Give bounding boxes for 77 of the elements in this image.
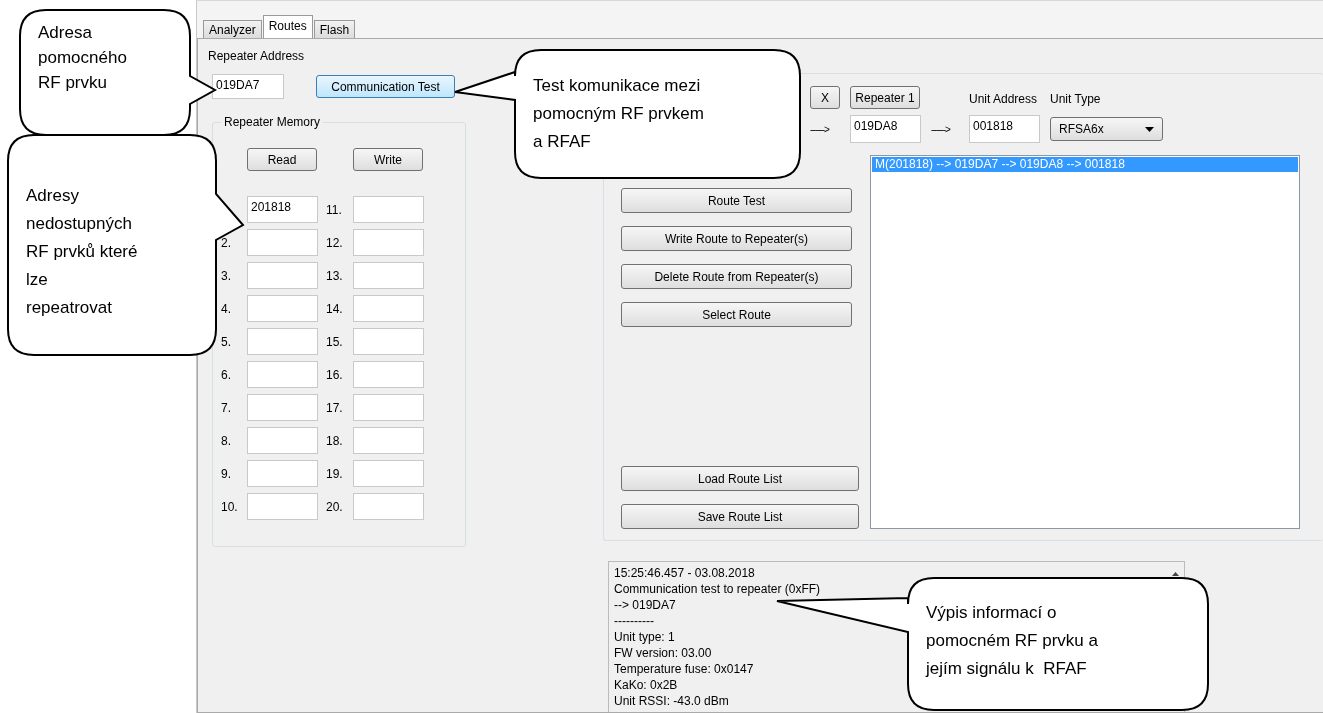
- slot-number: 5.: [221, 334, 231, 349]
- memory-address-field[interactable]: [247, 295, 318, 322]
- unit-address-field[interactable]: 001818: [969, 115, 1040, 143]
- memory-address-field[interactable]: [247, 262, 318, 289]
- memory-address-field[interactable]: [353, 427, 424, 454]
- remove-button[interactable]: X: [810, 86, 840, 109]
- slot-number: 10.: [221, 499, 238, 514]
- memory-address-field[interactable]: [353, 196, 424, 223]
- slot-number: 20.: [326, 499, 343, 514]
- memory-address-field[interactable]: [247, 493, 318, 520]
- memory-address-field[interactable]: [247, 427, 318, 454]
- slot-number: 2.: [221, 235, 231, 250]
- caret-icon: [1145, 126, 1154, 132]
- slot-number: 14.: [326, 301, 343, 316]
- field-label: Unit Type: [1050, 92, 1102, 108]
- memory-address-field[interactable]: 201818: [247, 196, 318, 223]
- memory-address-field[interactable]: [247, 361, 318, 388]
- memory-address-field[interactable]: [353, 262, 424, 289]
- route-action-button[interactable]: Route Test: [621, 188, 852, 213]
- callout-text: Výpis informací o pomocném RF prvku a jejím signálu k RFAF: [926, 602, 1098, 680]
- route-action-button[interactable]: Delete Route from Repeater(s): [621, 264, 852, 289]
- callout-text: Adresa pomocného RF prvku: [38, 22, 127, 94]
- slot-number: 17.: [326, 400, 343, 415]
- slot-number: 7.: [221, 400, 231, 415]
- slot-number: 18.: [326, 433, 343, 448]
- memory-address-field[interactable]: [247, 328, 318, 355]
- memory-button[interactable]: Write: [353, 148, 423, 171]
- communication-test-button[interactable]: Communication Test: [316, 75, 455, 98]
- memory-address-field[interactable]: [353, 229, 424, 256]
- slot-number: 3.: [221, 268, 231, 283]
- log-line: Unit type: 1: [614, 629, 675, 645]
- callout-text: Adresy nedostupných RF prvků které lze repeatrovat: [26, 185, 138, 319]
- route-action-button[interactable]: Select Route: [621, 302, 852, 327]
- log-line: ----------: [614, 613, 654, 629]
- slot-number: 12.: [326, 235, 343, 250]
- field-label: Unit Address: [969, 92, 1039, 108]
- log-line: 15:25:46.457 - 03.08.2018: [614, 565, 755, 581]
- slot-number: 13.: [326, 268, 343, 283]
- arrow-text: ------>: [810, 123, 831, 135]
- slot-number: 8.: [221, 433, 231, 448]
- slot-number: 19.: [326, 466, 343, 481]
- slot-number: 6.: [221, 367, 231, 382]
- repeater-address-field[interactable]: 019DA7: [212, 74, 284, 99]
- route-list-button[interactable]: Save Route List: [621, 504, 859, 529]
- slot-number: 9.: [221, 466, 231, 481]
- log-line: Unit RSSI: -43.0 dBm: [614, 693, 729, 709]
- memory-address-field[interactable]: [353, 361, 424, 388]
- memory-button[interactable]: Read: [247, 148, 317, 171]
- tab[interactable]: Analyzer: [203, 20, 262, 38]
- memory-address-field[interactable]: [353, 328, 424, 355]
- memory-address-field[interactable]: [353, 295, 424, 322]
- memory-address-field[interactable]: [247, 229, 318, 256]
- log-line: Temperature fuse: 0x0147: [614, 661, 754, 677]
- log-line: KaKo: 0x2B: [614, 677, 678, 693]
- memory-address-field[interactable]: [353, 493, 424, 520]
- slot-number: 16.: [326, 367, 343, 382]
- tab[interactable]: Flash: [313, 20, 356, 38]
- unit-type-dropdown[interactable]: RFSA6x: [1050, 117, 1163, 141]
- slot-number: 15.: [326, 334, 343, 349]
- memory-address-field[interactable]: [247, 394, 318, 421]
- memory-address-field[interactable]: [353, 394, 424, 421]
- memory-address-field[interactable]: [247, 460, 318, 487]
- log-line: FW version: 03.00: [614, 645, 712, 661]
- callout-text: Test komunikace mezi pomocným RF prvkem a RFAF: [533, 75, 704, 153]
- tab[interactable]: Routes: [262, 15, 313, 38]
- group-title: Repeater Memory: [221, 115, 324, 129]
- log-line: --> 019DA7: [614, 597, 676, 613]
- log-line: Communication test to repeater (0xFF): [614, 581, 821, 597]
- repeater-button[interactable]: Repeater 1: [850, 86, 920, 109]
- field-label: Repeater Address: [208, 49, 306, 63]
- memory-address-field[interactable]: [353, 460, 424, 487]
- arrow-text: ------>: [931, 123, 952, 135]
- slot-number: 4.: [221, 301, 231, 316]
- slot-number: 11.: [326, 202, 342, 217]
- route-list-button[interactable]: Load Route List: [621, 466, 859, 491]
- repeater-address-field[interactable]: 019DA8: [850, 115, 921, 143]
- route-action-button[interactable]: Write Route to Repeater(s): [621, 226, 852, 251]
